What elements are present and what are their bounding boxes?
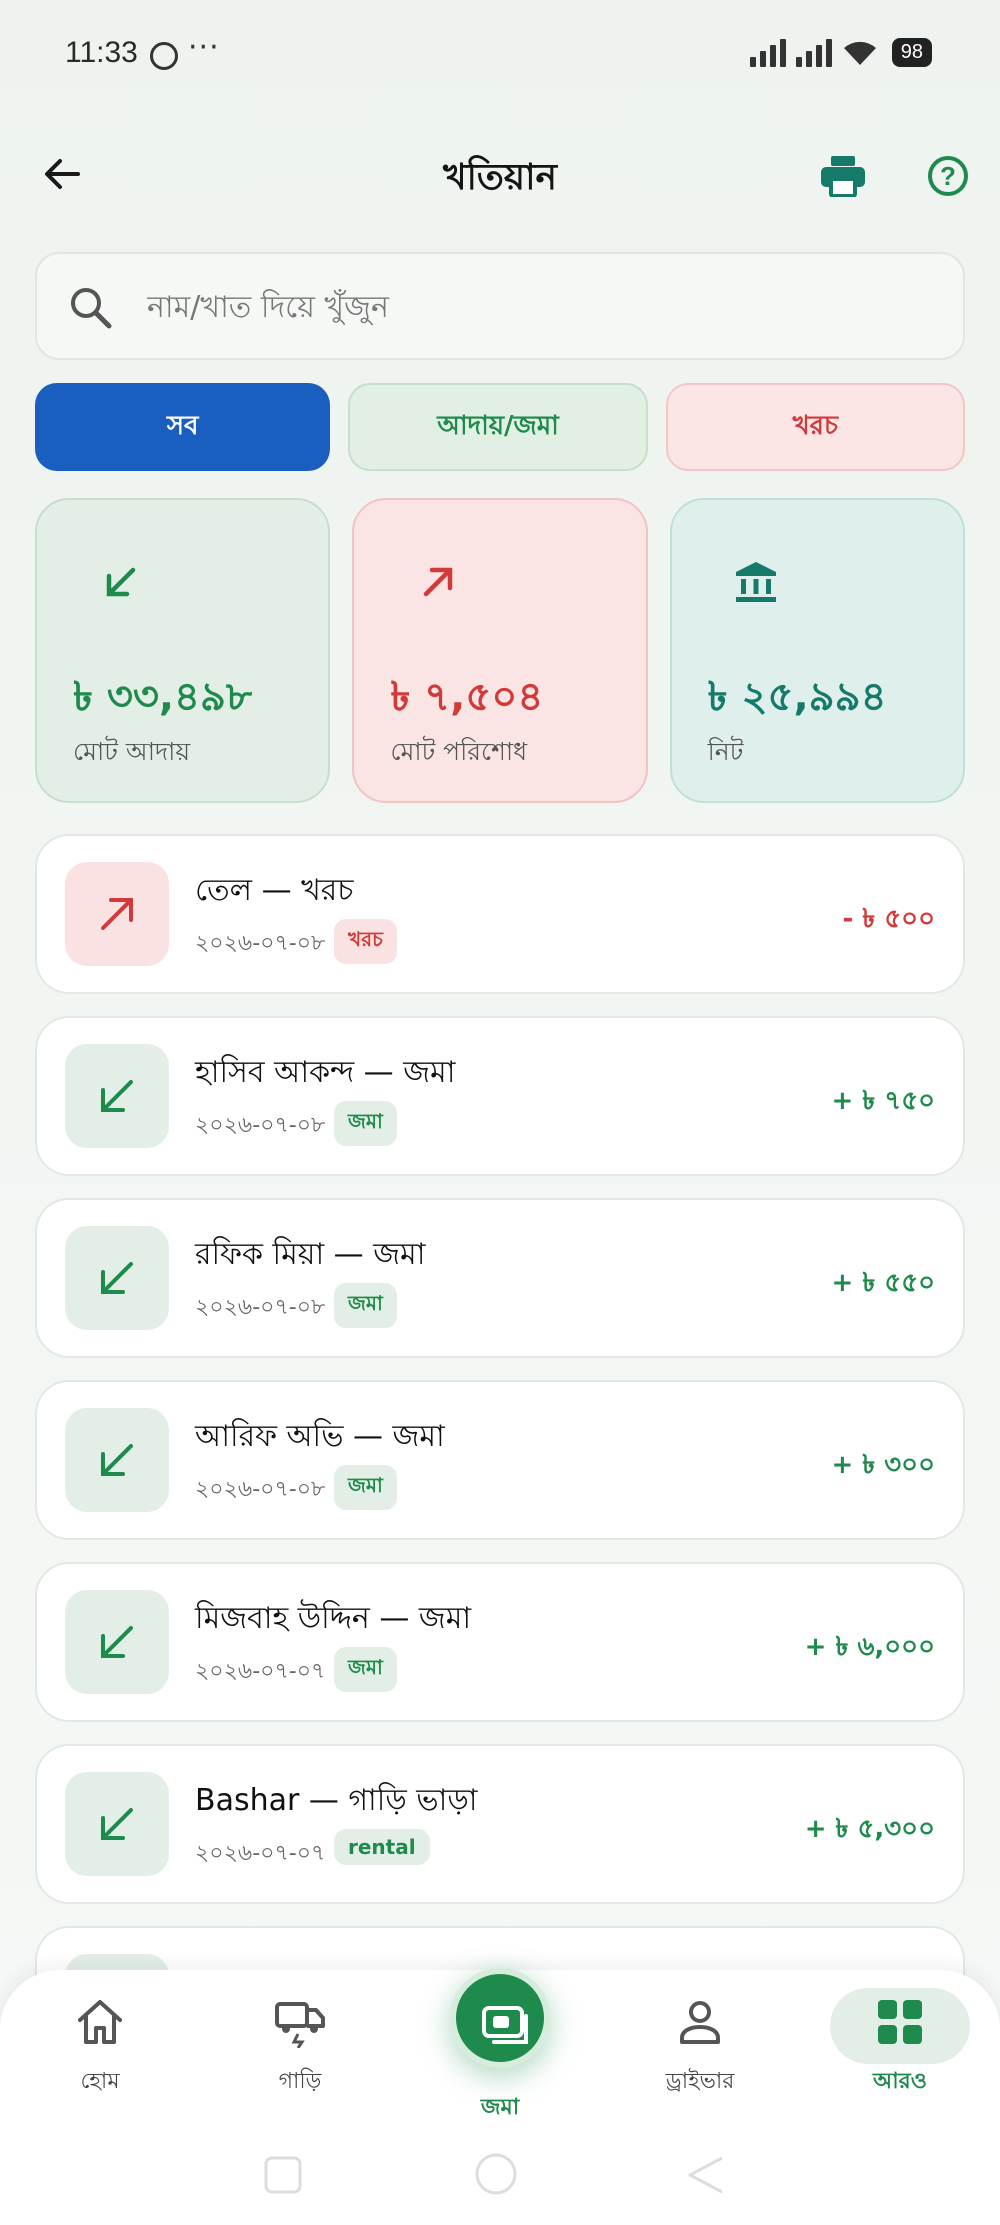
print-icon[interactable]: [820, 155, 866, 197]
battery-indicator: 98: [891, 38, 932, 67]
transaction-tag: জমা: [334, 1101, 397, 1146]
tab-all[interactable]: সব: [35, 383, 331, 471]
status-bar: 11:33 ··· 98: [0, 0, 1000, 112]
transaction-amount: + ৳ ৫,৩০০: [804, 1814, 935, 1844]
bank-icon: [735, 562, 776, 602]
transaction-name: হাসিব আকন্দ — জমা: [195, 1055, 456, 1090]
filter-tabs: সব আদায়/জমা খরচ: [35, 383, 965, 471]
income-summary-card: ৳ ৩৩,৪৯৮ মোট আদায়: [35, 498, 331, 803]
transaction-icon-box: [65, 1408, 169, 1512]
transaction-date: ২০২৬-০৭-০৮: [195, 1295, 326, 1320]
transaction-icon-box: [65, 1772, 169, 1876]
arrow-up-right-icon: [424, 567, 453, 597]
transaction-icon-box: [65, 1226, 169, 1330]
transaction-date: ২০২৬-০৭-০৭: [195, 1659, 326, 1684]
transaction-row[interactable]: হাসিব আকন্দ — জমা ২০২৬-০৭-০৮ জমা + ৳ ৭৫০: [35, 1016, 965, 1176]
transaction-row[interactable]: মিজবাহ উদ্দিন — জমা ২০২৬-০৭-০৭ জমা + ৳ ৬…: [35, 1562, 965, 1722]
transaction-tag: জমা: [334, 1465, 397, 1510]
nav-home-label: হোম: [80, 2069, 120, 2094]
nav-more[interactable]: আরও: [830, 1996, 970, 2101]
nav-vehicles-label: গাড়ি: [278, 2069, 322, 2094]
more-notifications-icon: ···: [188, 30, 220, 65]
transaction-icon-box: [65, 862, 169, 966]
home-icon: [78, 2000, 122, 2044]
transaction-amount: + ৳ ৬,০০০: [804, 1632, 935, 1662]
wifi-icon: [843, 41, 876, 65]
signal-icon-2: [795, 39, 832, 67]
total-income-value: ৳ ৩৩,৪৯৮: [73, 674, 252, 720]
nav-vehicles[interactable]: গাড়ি: [230, 1996, 370, 2101]
transaction-name: মিজবাহ উদ্দিন — জমা: [195, 1601, 472, 1636]
arrow-down-left-icon: [101, 1808, 133, 1840]
total-expense-label: মোট পরিশোধ: [390, 737, 528, 766]
whatsapp-icon: [150, 42, 178, 70]
transaction-amount: + ৳ ৫৫০: [831, 1268, 936, 1298]
transaction-date: ২০২৬-০৭-০৭: [195, 1841, 326, 1866]
summary-cards: ৳ ৩৩,৪৯৮ মোট আদায় ৳ ৭,৫০৪ মোট পরিশোধ ৳ …: [35, 498, 965, 803]
transaction-row[interactable]: তেল — খরচ ২০২৬-০৭-০৮ খরচ - ৳ ৫০০: [35, 834, 965, 994]
transaction-tag: জমা: [334, 1283, 397, 1328]
net-label: নিট: [707, 737, 744, 766]
deposit-fab-button[interactable]: [450, 1968, 550, 2068]
help-icon[interactable]: ?: [928, 156, 968, 196]
cash-icon: [482, 2006, 528, 2044]
transaction-tag: খরচ: [334, 919, 397, 964]
transaction-name: তেল — খরচ: [195, 873, 354, 908]
signal-icon: [749, 39, 786, 67]
nav-more-label: আরও: [873, 2069, 927, 2094]
arrow-up-right-icon: [101, 898, 133, 930]
transaction-name: Bashar — গাড়ি ভাড়া: [195, 1783, 478, 1818]
arrow-down-left-icon: [106, 567, 136, 597]
transaction-name: রফিক মিয়া — জমা: [195, 1237, 426, 1272]
transaction-row[interactable]: আরিফ অভি — জমা ২০২৬-০৭-০৮ জমা + ৳ ৩০০: [35, 1380, 965, 1540]
status-time: 11:33: [65, 36, 138, 69]
total-income-label: মোট আদায়: [73, 737, 191, 766]
arrow-down-left-icon: [101, 1626, 133, 1658]
total-expense-value: ৳ ৭,৫০৪: [390, 674, 544, 720]
net-summary-card: ৳ ২৫,৯৯৪ নিট: [669, 498, 965, 803]
transaction-amount: + ৳ ৩০০: [831, 1450, 935, 1480]
search-bar[interactable]: [35, 252, 965, 360]
recents-icon[interactable]: [264, 2156, 302, 2194]
transaction-date: ২০২৬-০৭-০৮: [195, 1113, 326, 1138]
arrow-down-left-icon: [101, 1080, 133, 1112]
status-indicators: 98: [749, 38, 932, 67]
tab-expense[interactable]: খরচ: [665, 383, 965, 471]
nav-driver[interactable]: ড্রাইভার: [630, 1996, 770, 2101]
transaction-name: আরিফ অভি — জমা: [195, 1419, 445, 1454]
arrow-down-left-icon: [101, 1444, 133, 1476]
transaction-tag: rental: [334, 1829, 430, 1865]
back-system-icon[interactable]: [688, 2156, 723, 2194]
transaction-date: ২০২৬-০৭-০৮: [195, 931, 326, 956]
transaction-icon-box: [65, 1044, 169, 1148]
truck-icon: [275, 2002, 325, 2048]
transaction-row[interactable]: Bashar — গাড়ি ভাড়া ২০২৬-০৭-০৭ rental +…: [35, 1744, 965, 1904]
home-system-icon[interactable]: [475, 2153, 517, 2195]
transaction-tag: জমা: [334, 1647, 397, 1692]
transaction-amount: + ৳ ৭৫০: [831, 1086, 935, 1116]
person-icon: [680, 2001, 720, 2044]
transaction-amount: - ৳ ৫০০: [842, 904, 935, 934]
search-input[interactable]: [147, 282, 927, 332]
tab-income[interactable]: আদায়/জমা: [348, 383, 648, 471]
net-value: ৳ ২৫,৯৯৪: [707, 674, 887, 720]
expense-summary-card: ৳ ৭,৫০৪ মোট পরিশোধ: [352, 498, 648, 803]
nav-deposit-label: জমা: [480, 2095, 520, 2120]
grid-icon: [878, 2000, 922, 2044]
transaction-row[interactable]: রফিক মিয়া — জমা ২০২৬-০৭-০৮ জমা + ৳ ৫৫০: [35, 1198, 965, 1358]
nav-home[interactable]: হোম: [30, 1996, 170, 2101]
arrow-down-left-icon: [101, 1262, 133, 1294]
nav-driver-label: ড্রাইভার: [665, 2069, 735, 2094]
search-icon: [71, 288, 112, 329]
transaction-list: তেল — খরচ ২০২৬-০৭-০৮ খরচ - ৳ ৫০০ হাসিব আ…: [35, 834, 965, 2008]
transaction-icon-box: [65, 1590, 169, 1694]
transaction-date: ২০২৬-০৭-০৮: [195, 1477, 326, 1502]
system-navigation: [264, 2153, 723, 2195]
